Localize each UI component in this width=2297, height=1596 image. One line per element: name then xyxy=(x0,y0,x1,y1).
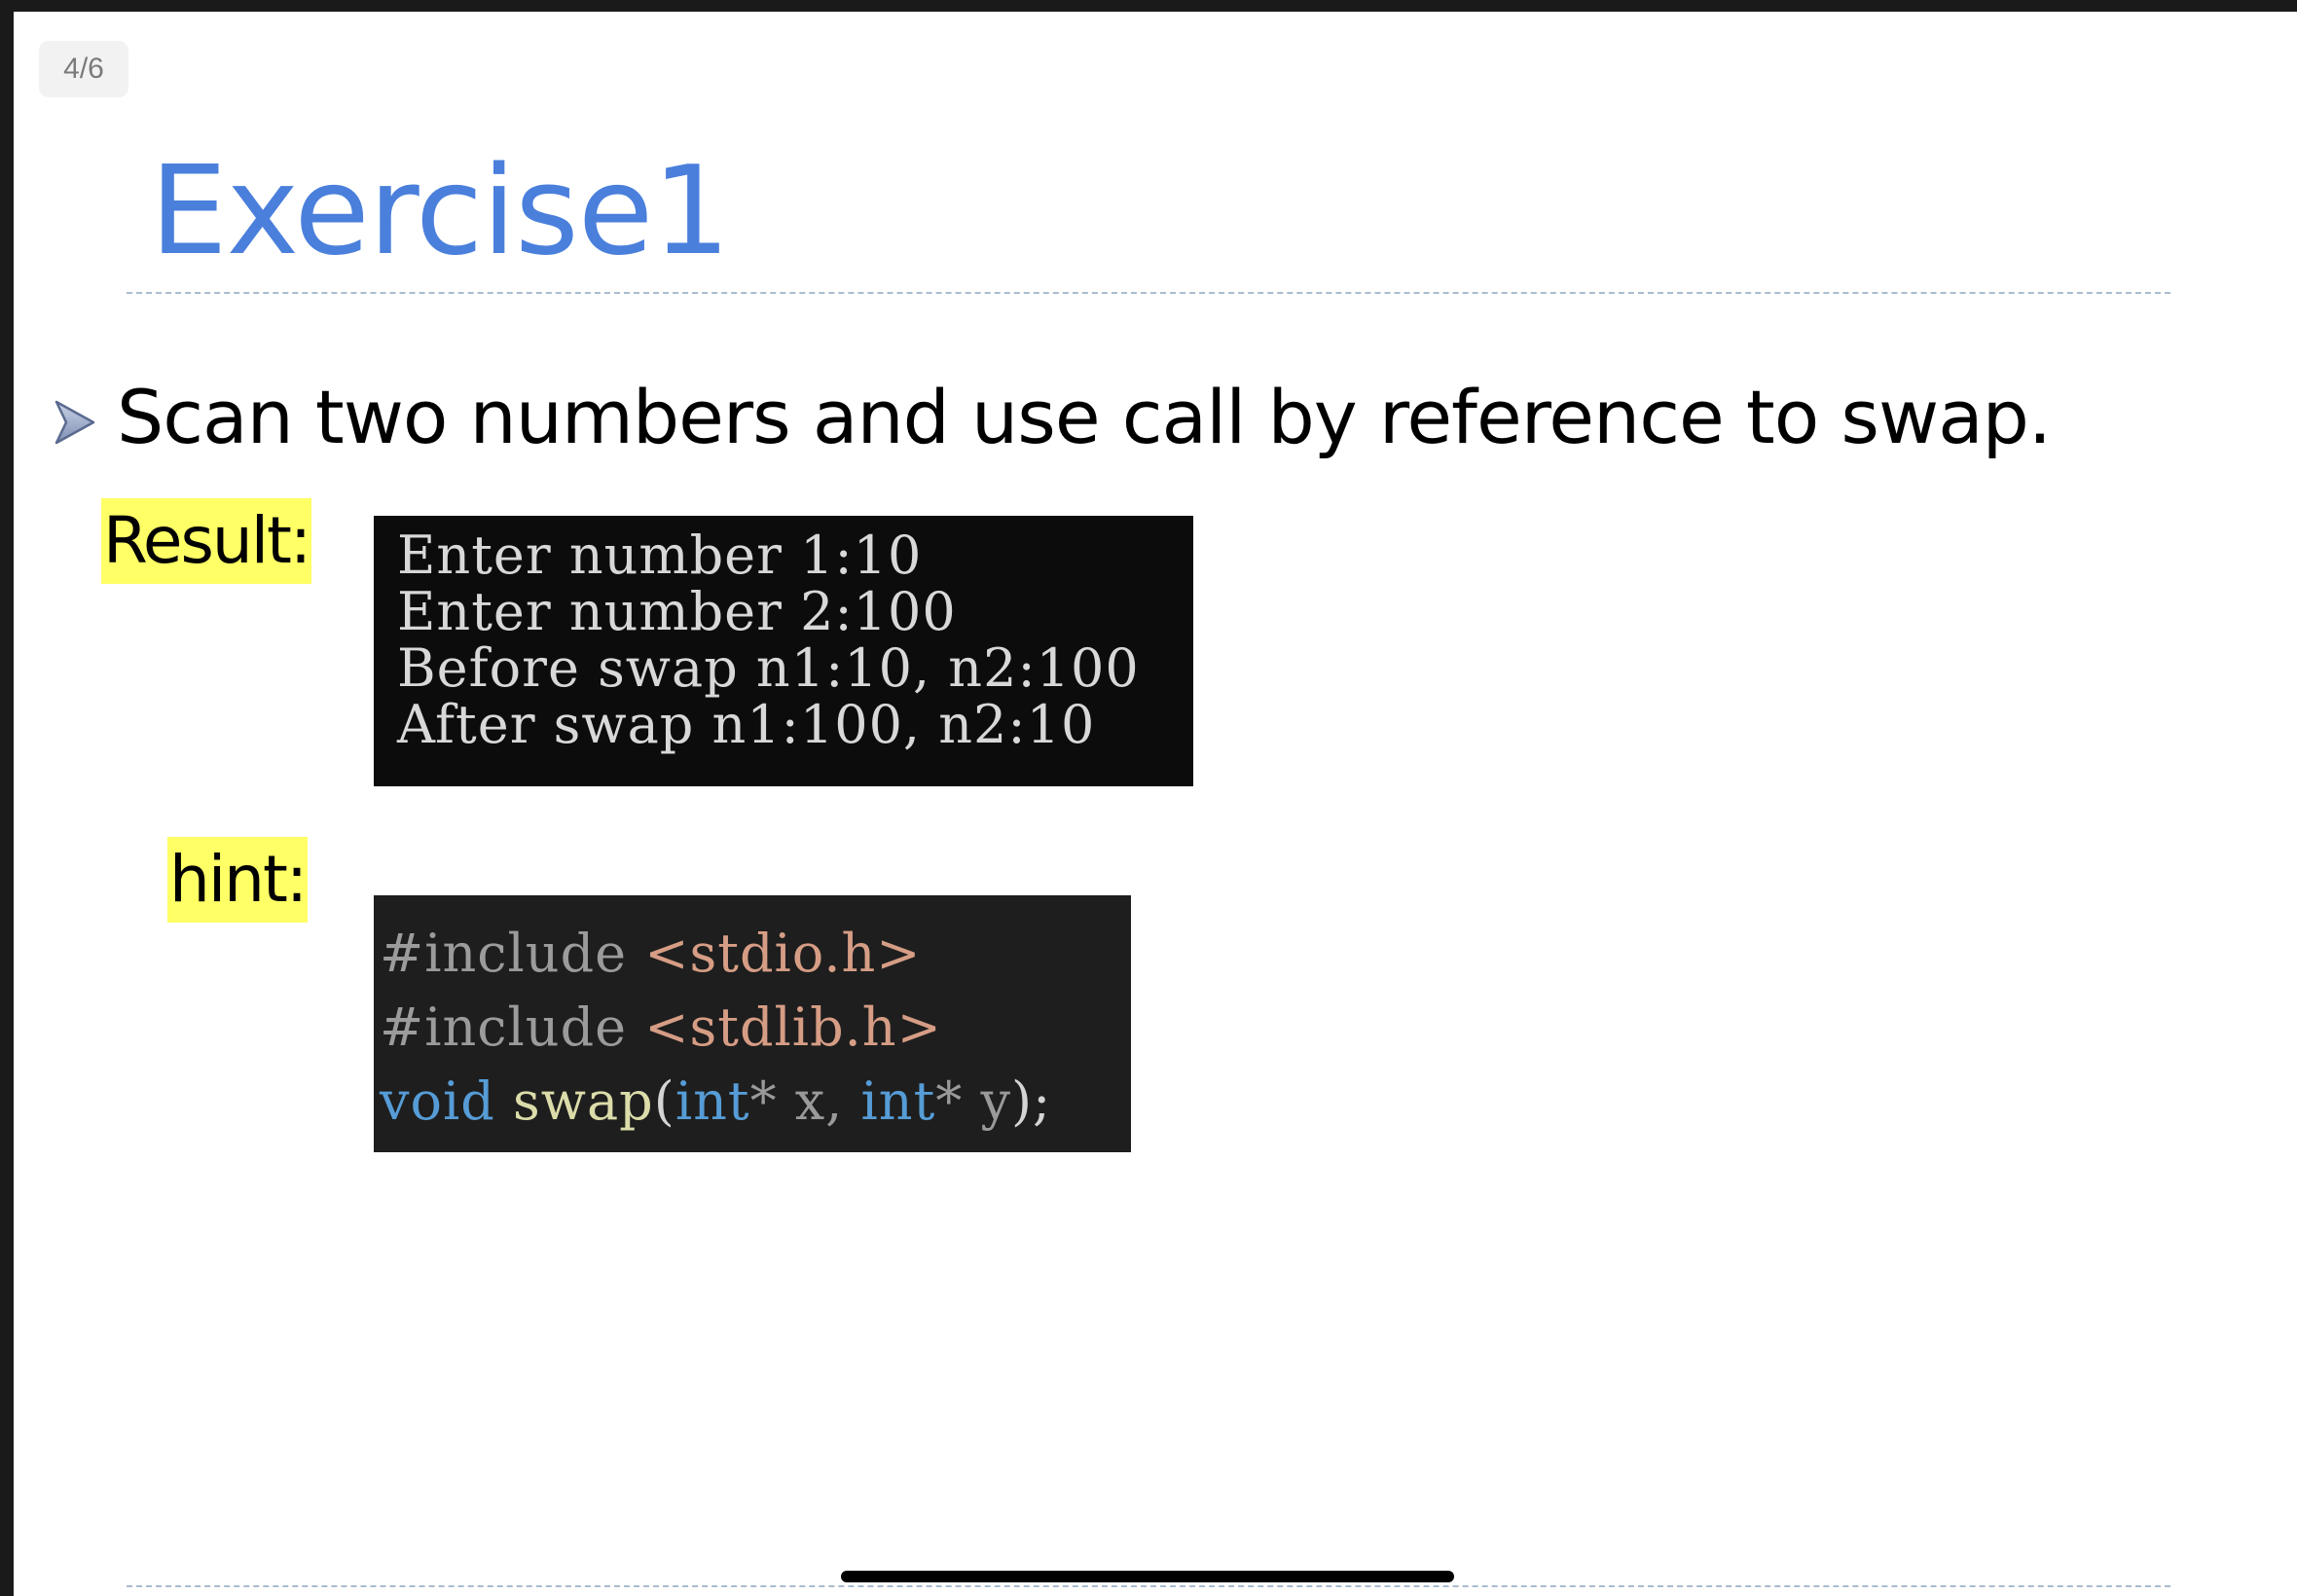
console-line: Enter number 2:100 xyxy=(397,581,957,642)
home-indicator-bar[interactable] xyxy=(841,1571,1454,1582)
code-line: #include <stdio.h> xyxy=(380,917,1125,991)
console-line: Enter number 1:10 xyxy=(397,525,923,586)
document-viewer: 4/6 Exercise1 Scan two numbers and use c… xyxy=(0,0,2297,1596)
code-function-name: swap xyxy=(513,1070,654,1132)
slide-title: Exercise1 xyxy=(150,139,730,282)
result-label: Result: xyxy=(101,498,311,584)
code-keyword: int xyxy=(860,1070,936,1132)
bullet-item: Scan two numbers and use call by referen… xyxy=(53,368,2052,465)
bullet-text: Scan two numbers and use call by referen… xyxy=(117,373,2052,460)
code-header: <stdlib.h> xyxy=(644,997,942,1058)
console-line: Before swap n1:10, n2:100 xyxy=(397,637,1140,699)
hint-label: hint: xyxy=(167,837,308,923)
page-indicator: 4/6 xyxy=(39,41,128,97)
title-divider xyxy=(127,292,2170,294)
slide-page: 4/6 Exercise1 Scan two numbers and use c… xyxy=(14,12,2297,1596)
code-keyword: int xyxy=(675,1070,750,1132)
code-line: void swap(int* x, int* y); xyxy=(380,1065,1125,1139)
code-punctuation: ( xyxy=(653,1070,675,1132)
console-output-image: Enter number 1:10 Enter number 2:100 Bef… xyxy=(374,516,1193,786)
code-parameter: * x, xyxy=(749,1070,844,1132)
arrowhead-bullet-icon xyxy=(53,398,97,447)
code-header: <stdio.h> xyxy=(644,923,922,984)
code-directive: #include xyxy=(380,997,628,1058)
code-punctuation: ); xyxy=(1010,1070,1052,1132)
code-snippet-image: #include <stdio.h> #include <stdlib.h> v… xyxy=(374,895,1131,1152)
console-line: After swap n1:100, n2:10 xyxy=(397,694,1096,755)
footer-divider xyxy=(127,1585,2170,1587)
code-parameter: * y xyxy=(935,1070,1011,1132)
code-keyword: void xyxy=(380,1070,495,1132)
code-line: #include <stdlib.h> xyxy=(380,991,1125,1065)
code-directive: #include xyxy=(380,923,628,984)
